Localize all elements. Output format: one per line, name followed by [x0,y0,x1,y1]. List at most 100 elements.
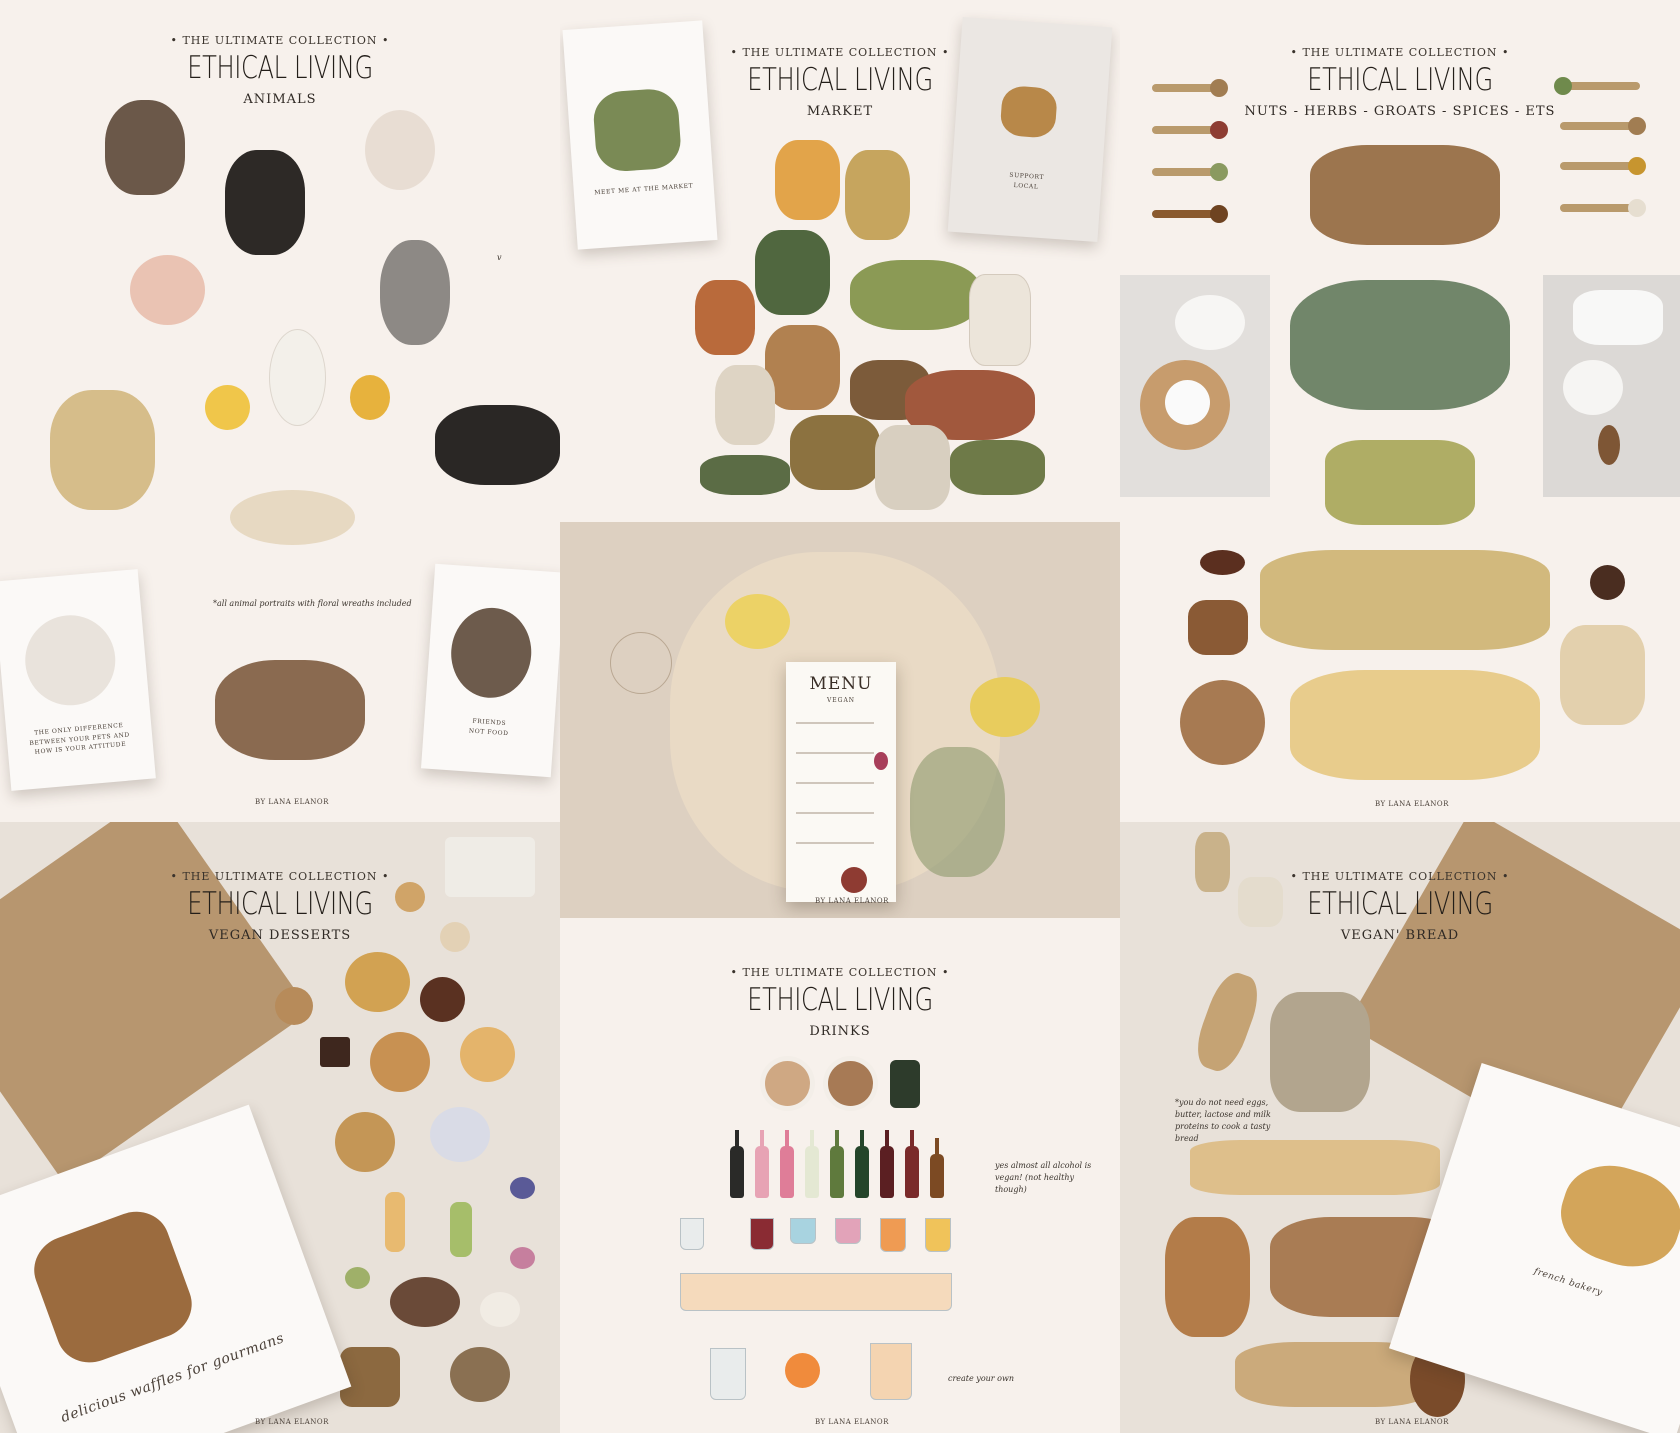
girl-with-bunny-illustration [50,390,155,510]
baguettes-icon [1165,1217,1250,1337]
menu-item [796,752,874,754]
menu-title: MENU [809,674,873,694]
latte-cup-icon [828,1061,873,1106]
market-card-right: SUPPORT LOCAL [947,17,1113,242]
market-card-right-text: SUPPORT LOCAL [1009,171,1045,191]
sliced-bread-paper-icon [1270,992,1370,1112]
star-anise-illustration [1590,565,1625,600]
animals-wreath-note: *all animal portraits with floral wreath… [213,599,412,608]
lemon-left-icon [725,594,790,649]
bottle-beer-icon [930,1138,944,1198]
bottle-pink-icon [780,1130,794,1198]
desserts-brand-title: ETHICAL LIVING [187,886,373,922]
plate-icon [1573,290,1663,345]
menu-veg-icon [841,867,867,893]
animals-card-left-text: THE ONLY DIFFERENCE BETWEEN YOUR PETS AN… [29,721,131,756]
wine-glass-red-icon [750,1218,774,1250]
margarita-glass-icon [835,1218,861,1244]
lavender-bundle-icon [1195,832,1230,892]
spoon-bowl [1210,121,1228,139]
girls-with-pets-illustration [215,660,365,760]
tableware-photo-right [1543,275,1680,497]
drinks-credit: BY LANA ELANOR [815,1418,889,1426]
bread-credit: BY LANA ELANOR [1375,1418,1449,1426]
spoon-bowl [1210,163,1228,181]
meringue-icon [480,1292,520,1327]
bottle-rose-icon [755,1130,769,1198]
chick-left-illustration [205,385,250,430]
popsicle-green-icon [450,1202,472,1257]
lying-cow-illustration [435,405,560,485]
tumbler-citrus-icon [925,1218,951,1252]
waffle-plate-icon [460,1027,515,1082]
panel-market: • THE ULTIMATE COLLECTION • ETHICAL LIVI… [560,0,1120,522]
spoon-right-2 [1560,117,1646,135]
veg-pile-illustration [850,260,980,330]
animals-card-right-text: FRIENDS NOT FOOD [468,717,509,737]
pancakes-plate-icon [335,1112,395,1172]
drinks-header: • THE ULTIMATE COLLECTION • ETHICAL LIVI… [560,966,1120,1039]
produce-bag-illustration [591,87,683,174]
duck-illustration [270,330,325,425]
spoon-right-4 [1560,199,1646,217]
canvas-bag-illustration [875,425,950,510]
spoon-right-3 [1560,157,1646,175]
lamb-illustration [365,110,435,190]
animals-header: • THE ULTIMATE COLLECTION • ETHICAL LIVI… [0,34,560,107]
animals-card-right: FRIENDS NOT FOOD [421,563,560,778]
drinks-create-note: create your own [948,1374,1014,1383]
logo-stamp [610,632,672,694]
spoon-left-2 [1152,121,1228,139]
veg-basket-illustration [999,85,1058,139]
cart-veg-illustration [790,415,880,490]
spoon-left-1 [1152,79,1228,97]
granola-bowl-illustration [1180,680,1265,765]
calf-illustration [225,150,305,255]
fruit-net-illustration [695,280,755,355]
bowl-icon [1563,360,1623,415]
drinks-subtitle: DRINKS [809,1024,871,1039]
animals-brand-title: ETHICAL LIVING [187,50,373,86]
macaron-green-icon [345,1267,370,1289]
olive-branch-illustration [910,747,1005,877]
panel-bread: • THE ULTIMATE COLLECTION • ETHICAL LIVI… [1120,822,1680,1433]
animals-kicker: • THE ULTIMATE COLLECTION • [170,34,390,47]
macaron-icon [510,1177,535,1199]
herbs-illustration [1290,280,1510,410]
market-card-left: MEET ME AT THE MARKET [562,20,718,250]
menu-item [796,782,874,784]
bottle-champagne-icon [855,1130,869,1198]
coffee-sack-illustration [1188,600,1248,655]
mug-icon [1165,380,1210,425]
animals-subtitle: ANIMALS [243,92,317,107]
newspaper-illustration [445,837,535,897]
cookies-board-icon [340,1347,400,1407]
cocktail-glass-icon [680,1218,704,1250]
goat-wreath-illustration [448,605,535,701]
menu-item [796,842,874,844]
menu-subtitle: VEGAN [826,697,856,704]
animals-credit: BY LANA ELANOR [255,798,329,806]
mesh-bag-green-illustration [845,150,910,240]
donut-bitten-icon [440,922,470,952]
panel-nuts-herbs: • THE ULTIMATE COLLECTION • ETHICAL LIVI… [1120,0,1680,822]
takeaway-cup-icon [890,1060,920,1108]
spoon-bowl [1628,199,1646,217]
menu-item [796,722,874,724]
choc-pieces-icon [320,1037,350,1067]
nuts-cluster-illustration [1310,145,1500,245]
bread-subtitle: VEGAN' BREAD [1340,928,1460,943]
chocolate-donut-icon [420,977,465,1022]
cake-plate-icon [370,1032,430,1092]
spoon-bowl [1210,205,1228,223]
croissant-illustration [1549,1152,1680,1280]
market-card-left-text: MEET ME AT THE MARKET [594,182,694,197]
coffee-cup-icon [765,1061,810,1106]
bottle-red-icon [880,1130,894,1198]
bunny-illustration [380,240,450,345]
spoon-bowl [1628,157,1646,175]
macaron-pink-icon [510,1247,535,1269]
piglet-illustration [130,255,205,325]
menu-item [796,812,874,814]
wrapped-loaf-icon [1238,877,1283,927]
